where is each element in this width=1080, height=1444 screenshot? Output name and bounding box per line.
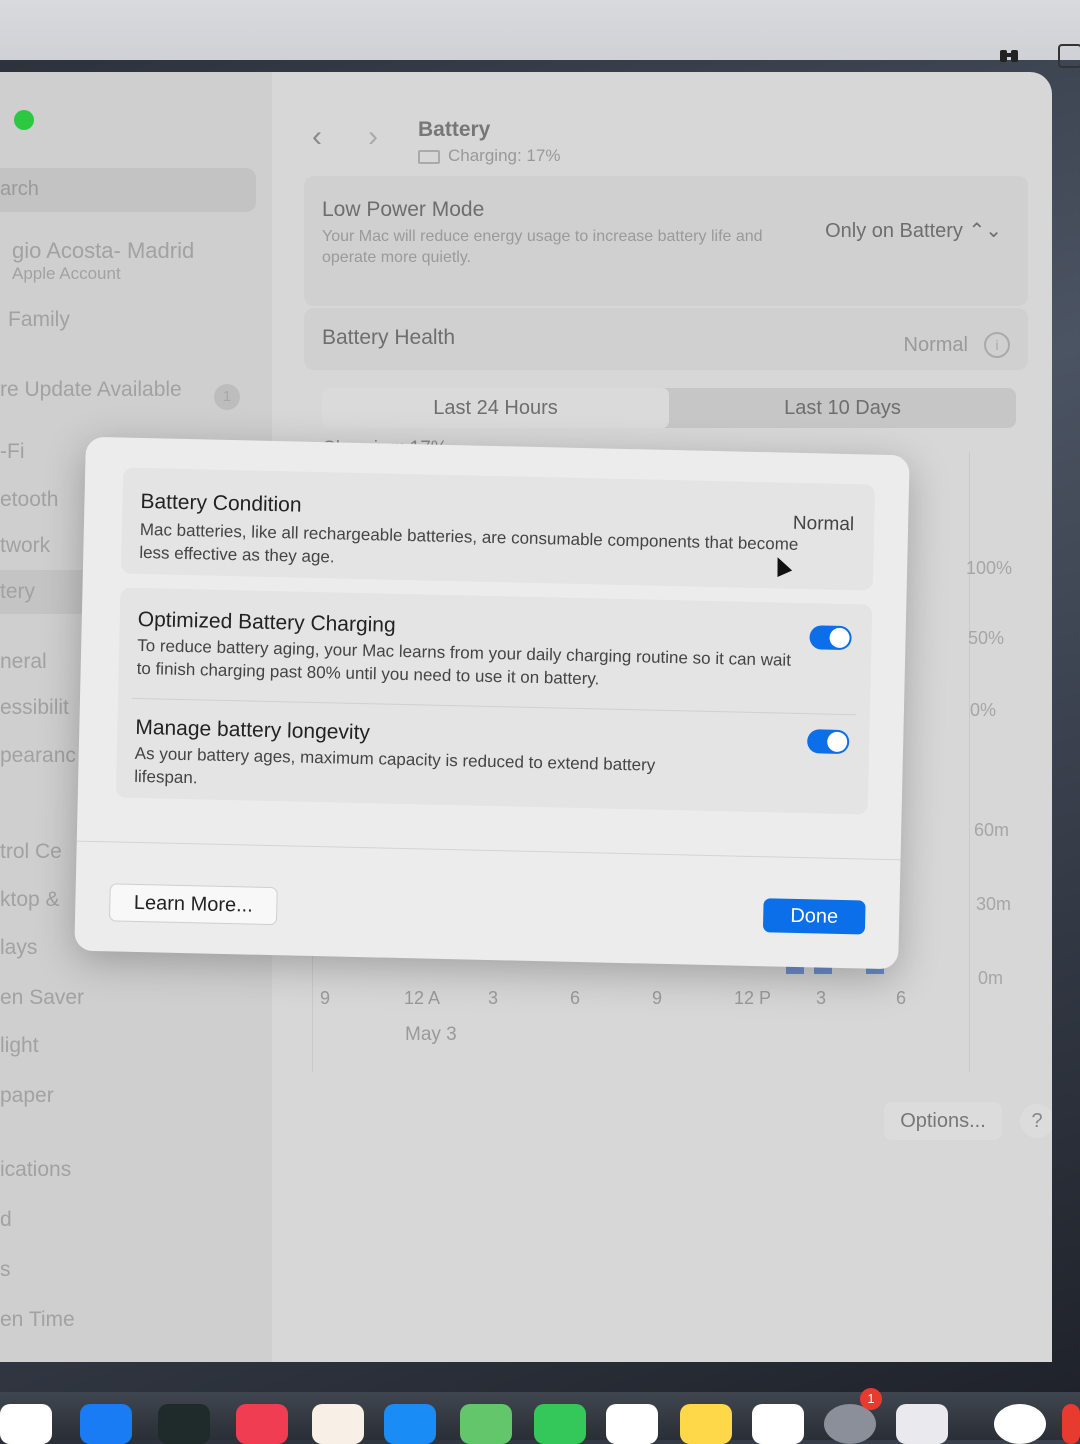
charging-status-text: Charging: 17%: [448, 146, 561, 165]
search-input[interactable]: arch: [0, 168, 256, 212]
y-tick-label: 50%: [968, 628, 1005, 648]
battery-longevity-toggle[interactable]: [806, 729, 850, 755]
sidebar-item-accessibility[interactable]: essibilit: [0, 696, 69, 720]
facetime-icon[interactable]: [534, 1404, 586, 1444]
battery-health-title: Battery Health: [322, 326, 456, 349]
battery-health-sheet: Battery Condition Mac batteries, like al…: [74, 436, 910, 970]
sidebar-item-desktop-dock[interactable]: ktop &: [0, 888, 60, 912]
sidebar-item-spotlight[interactable]: light: [0, 1034, 39, 1058]
page-title: Battery: [418, 118, 491, 141]
account-name[interactable]: gio Acosta- Madrid: [12, 238, 194, 264]
account-subtitle: Apple Account: [12, 264, 121, 283]
sidebar-item-software-update[interactable]: re Update Available: [0, 378, 182, 402]
x-tick-label: 3: [816, 988, 827, 1008]
forward-chevron-icon[interactable]: ›: [368, 120, 378, 154]
y-tick-label: 0%: [970, 700, 997, 720]
y-tick-label: 0m: [978, 968, 1004, 988]
x-tick-label: 12 A: [404, 988, 441, 1008]
sidebar-item-control-center[interactable]: trol Ce: [0, 840, 62, 864]
dock-app-icon[interactable]: [80, 1404, 132, 1444]
calendar-month-label: MAY: [622, 1408, 646, 1420]
help-button[interactable]: ?: [1020, 1104, 1052, 1138]
control-center-icon[interactable]: [1058, 44, 1080, 68]
tab-last-24-hours[interactable]: Last 24 Hours: [322, 388, 669, 428]
optimized-charging-title: Optimized Battery Charging: [137, 607, 396, 637]
sidebar-item-wallpaper[interactable]: paper: [0, 1084, 54, 1108]
sidebar-item-appearance[interactable]: pearanc: [0, 744, 76, 768]
time-range-segmented-control: Last 24 Hours Last 10 Days: [322, 388, 1016, 428]
low-power-mode-description: Your Mac will reduce energy usage to inc…: [322, 228, 763, 266]
divider: [76, 840, 901, 861]
sidebar-item-focus[interactable]: s: [0, 1258, 11, 1282]
photos-icon[interactable]: [312, 1404, 364, 1444]
x-tick-label: 6: [570, 988, 581, 1008]
charging-options-group: Optimized Battery Charging To reduce bat…: [115, 587, 873, 815]
sidebar-item-general[interactable]: neral: [0, 650, 47, 674]
sidebar-item-screen-saver[interactable]: en Saver: [0, 986, 84, 1010]
binoculars-icon[interactable]: [998, 44, 1018, 64]
sidebar-item-family[interactable]: Family: [8, 308, 70, 332]
sidebar-item-network[interactable]: twork: [0, 534, 50, 558]
chrome-icon[interactable]: [994, 1404, 1046, 1444]
low-power-mode-title: Low Power Mode: [322, 198, 485, 221]
battery-health-value: Normal: [903, 334, 968, 356]
battery-condition-value: Normal: [792, 512, 855, 536]
zoom-window-button[interactable]: [14, 110, 34, 130]
done-button[interactable]: Done: [762, 898, 866, 935]
iphone-mirroring-icon[interactable]: [896, 1404, 948, 1444]
dock-app-icon[interactable]: [1062, 1404, 1080, 1444]
dock: MAY 1: [0, 1388, 1080, 1444]
y-tick-label: 60m: [974, 820, 1010, 840]
tab-last-10-days[interactable]: Last 10 Days: [669, 388, 1016, 428]
y-tick-label: 30m: [976, 894, 1012, 914]
dock-app-icon[interactable]: [158, 1404, 210, 1444]
system-settings-icon[interactable]: [824, 1404, 876, 1444]
x-tick-label: 12 P: [734, 988, 772, 1008]
options-button[interactable]: Options...: [884, 1102, 1002, 1140]
battery-icon: [418, 149, 440, 164]
charging-status: Charging: 17%: [418, 146, 560, 166]
x-tick-label: 6: [896, 988, 907, 1008]
low-power-mode-row: Low Power Mode Your Mac will reduce ener…: [304, 176, 1028, 306]
optimized-charging-toggle[interactable]: [809, 625, 852, 651]
battery-condition-row: Battery Condition Mac batteries, like al…: [120, 467, 876, 591]
search-placeholder: arch: [0, 178, 39, 200]
x-tick-label: 9: [652, 988, 663, 1008]
freeform-icon[interactable]: [752, 1404, 804, 1444]
notification-badge: 1: [860, 1388, 882, 1410]
sidebar-item-sound[interactable]: d: [0, 1208, 12, 1232]
music-icon[interactable]: [236, 1404, 288, 1444]
info-icon[interactable]: i: [984, 332, 1010, 358]
notes-icon[interactable]: [680, 1404, 732, 1444]
x-date-label: May 3: [405, 1024, 457, 1045]
sidebar-item-displays[interactable]: lays: [0, 936, 37, 960]
sidebar-item-notifications[interactable]: ications: [0, 1158, 71, 1182]
battery-longevity-description: As your battery ages, maximum capacity i…: [134, 743, 656, 788]
sidebar-item-wifi[interactable]: -Fi: [0, 440, 25, 464]
divider: [132, 697, 856, 716]
update-count-badge: 1: [214, 384, 240, 410]
low-power-mode-select[interactable]: Only on Battery ⌃⌄: [825, 218, 1002, 243]
battery-condition-title: Battery Condition: [140, 489, 302, 517]
x-tick-label: 3: [488, 988, 499, 1008]
battery-longevity-title: Manage battery longevity: [135, 715, 371, 745]
learn-more-button[interactable]: Learn More...: [108, 883, 278, 926]
optimized-charging-description: To reduce battery aging, your Mac learns…: [136, 635, 792, 689]
back-chevron-icon[interactable]: ‹: [312, 120, 322, 154]
menu-bar: [0, 0, 1080, 68]
sidebar-item-bluetooth[interactable]: etooth: [0, 488, 58, 512]
battery-condition-description: Mac batteries, like all rechargeable bat…: [139, 519, 799, 567]
dock-app-icon[interactable]: [0, 1404, 52, 1444]
sidebar-item-battery[interactable]: tery: [0, 580, 35, 604]
maps-icon[interactable]: [460, 1404, 512, 1444]
sidebar-item-screen-time[interactable]: en Time: [0, 1308, 75, 1332]
x-tick-label: 9: [320, 988, 331, 1008]
battery-health-row: Battery Health Normal i: [304, 308, 1028, 370]
y-tick-label: 100%: [966, 558, 1013, 578]
app-store-icon[interactable]: [384, 1404, 436, 1444]
